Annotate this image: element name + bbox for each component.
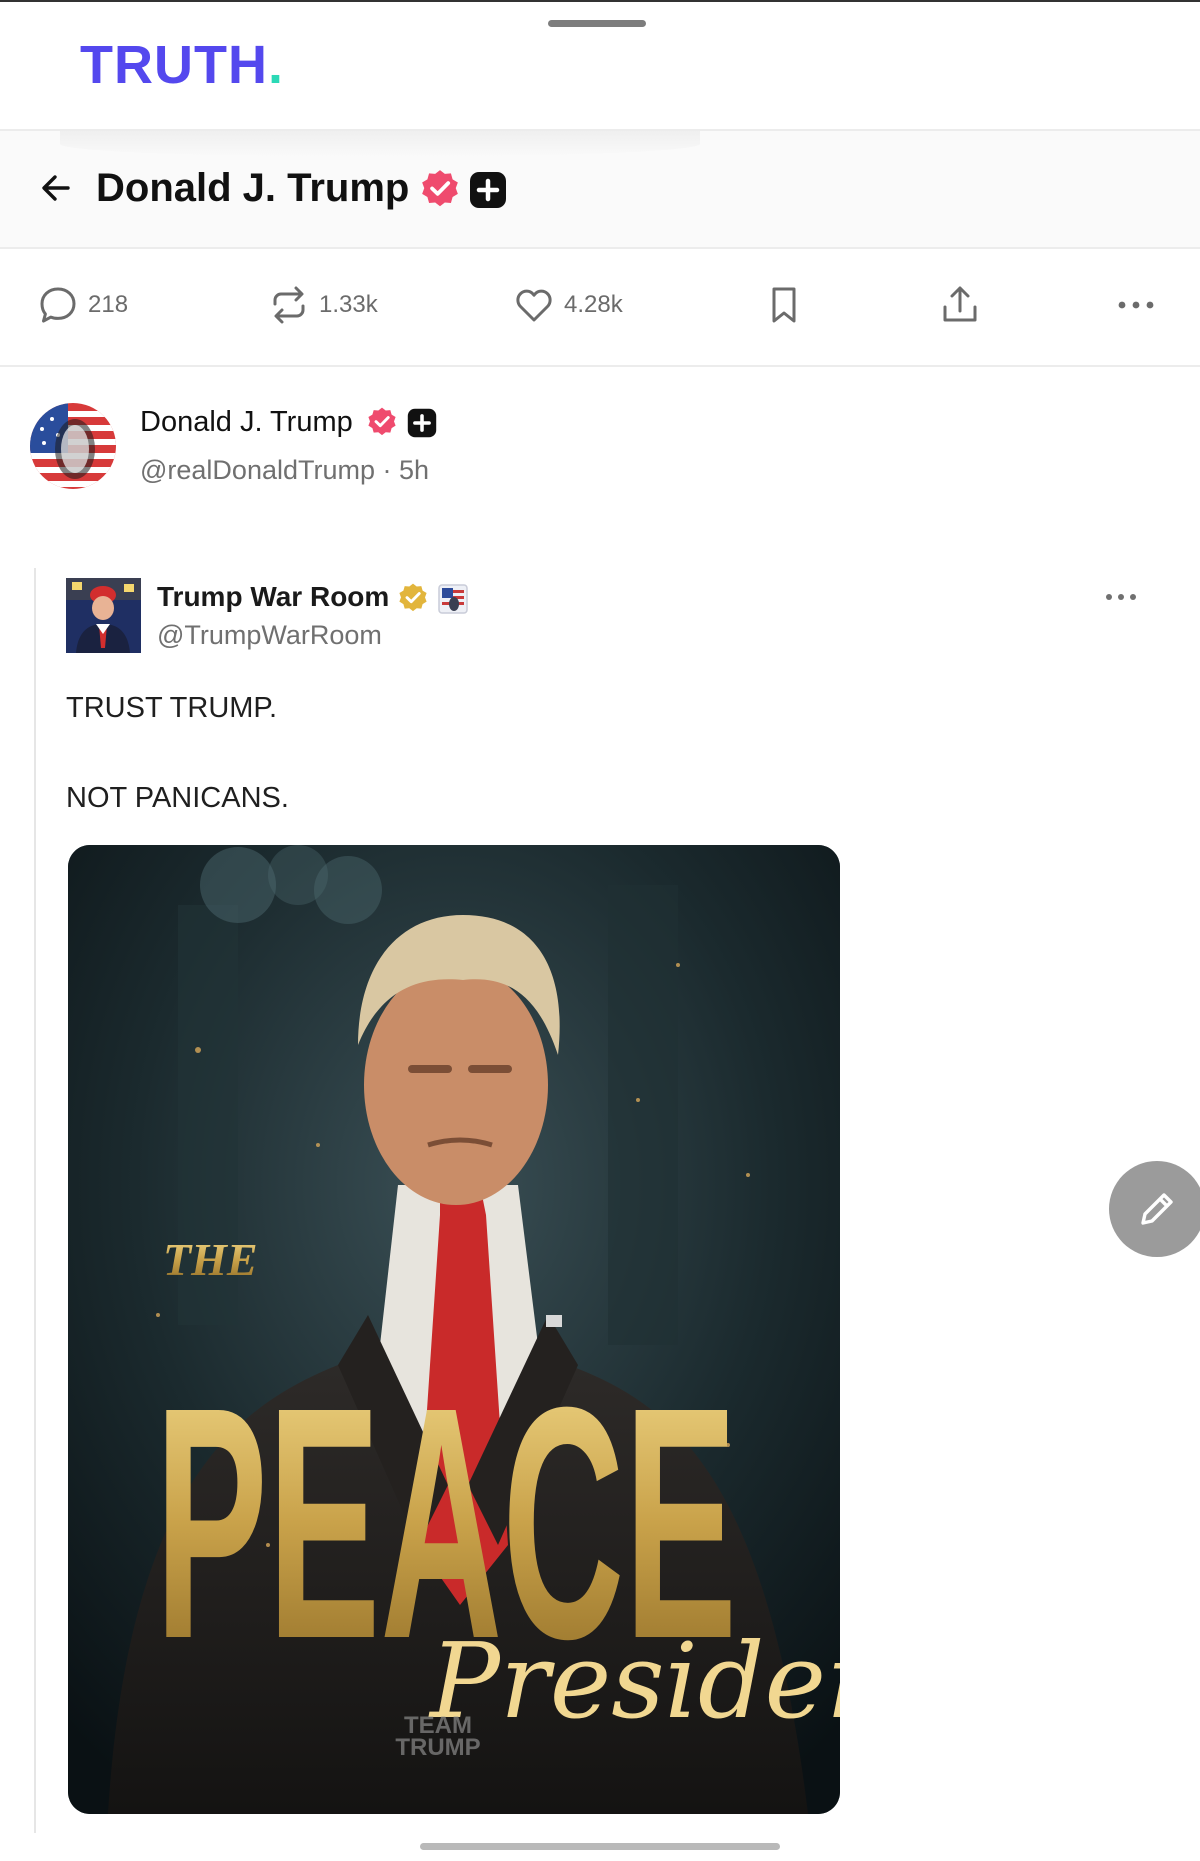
bookmark-button[interactable] (762, 281, 806, 329)
author-name[interactable]: Donald J. Trump (140, 404, 353, 440)
repost-count: 1.33k (319, 291, 378, 318)
post-text-line: TRUST TRUMP. (66, 692, 278, 724)
top-border (0, 0, 1200, 2)
plus-badge-icon (470, 172, 506, 208)
author-avatar[interactable] (30, 403, 116, 489)
bookmark-icon (772, 287, 796, 323)
post-time[interactable]: 5h (399, 455, 429, 485)
sheet-grabber[interactable] (548, 20, 646, 27)
plus-badge-icon (407, 408, 437, 438)
author-meta: @realDonaldTrump · 5h (140, 453, 429, 487)
meta-separator: · (382, 455, 392, 485)
reply-button[interactable]: 218 (36, 281, 128, 329)
verified-badge-icon (399, 583, 427, 612)
heart-icon (516, 289, 552, 322)
more-options-button[interactable] (1114, 281, 1158, 329)
verified-badge-icon (368, 407, 396, 436)
repost-button[interactable]: 1.33k (267, 281, 378, 329)
quote-author-avatar[interactable] (66, 578, 141, 653)
poster-president-text: President (428, 1620, 840, 1742)
flag-badge-icon (438, 584, 468, 614)
verified-badge-icon (422, 170, 458, 207)
home-indicator[interactable] (420, 1843, 780, 1850)
more-icon[interactable] (1104, 590, 1138, 604)
page-title: Donald J. Trump (96, 166, 410, 210)
logo-text: TRUTH (80, 35, 268, 95)
truth-logo[interactable]: TRUTH. (80, 38, 284, 92)
more-icon (1118, 301, 1154, 309)
poster-the-text: THE (163, 1234, 258, 1285)
like-button[interactable]: 4.28k (512, 281, 623, 329)
share-icon (943, 286, 977, 322)
post-action-bar: 218 1.33k 4.28k (0, 251, 1200, 367)
share-button[interactable] (938, 281, 982, 329)
author-handle[interactable]: @realDonaldTrump (140, 455, 375, 485)
like-count: 4.28k (564, 291, 623, 318)
comment-icon (40, 287, 76, 323)
compose-button[interactable] (1109, 1161, 1200, 1257)
quote-author-name[interactable]: Trump War Room (157, 580, 389, 614)
post-text-line: NOT PANICANS. (66, 782, 289, 814)
reply-count: 218 (88, 291, 129, 318)
arrow-left-icon[interactable] (36, 168, 76, 208)
pencil-icon (1141, 1193, 1173, 1225)
quote-author-handle[interactable]: @TrumpWarRoom (157, 618, 382, 652)
logo-dot: . (267, 35, 284, 95)
peace-president-poster: THE PEACE President TEAM TRUMP (68, 845, 840, 1814)
repost-icon (273, 286, 305, 324)
watermark-trump: TRUMP (395, 1734, 480, 1761)
title-bar-shadow (60, 131, 700, 157)
quote-thread-line (34, 568, 36, 1833)
post-image[interactable]: THE PEACE President TEAM TRUMP (68, 845, 840, 1814)
